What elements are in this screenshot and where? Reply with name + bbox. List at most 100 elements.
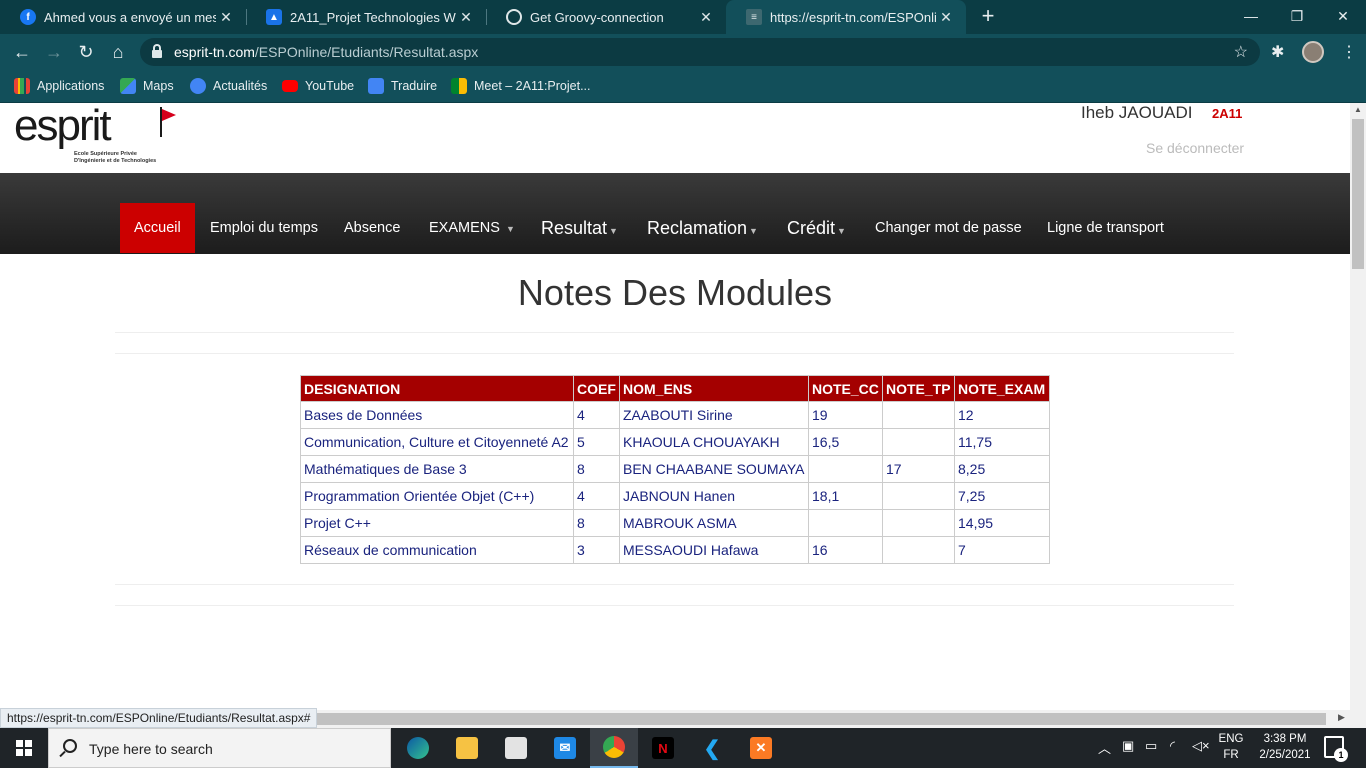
bookmark-label: Traduire bbox=[391, 79, 438, 93]
divider bbox=[115, 353, 1234, 354]
taskbar-chrome[interactable] bbox=[590, 728, 638, 768]
tab-groovy[interactable]: Get Groovy-connection ✕ bbox=[486, 0, 726, 34]
nav-accueil[interactable]: Accueil bbox=[120, 203, 195, 253]
wifi-icon[interactable]: ◜ bbox=[1170, 738, 1175, 754]
clock-date[interactable]: 2/25/2021 bbox=[1252, 749, 1318, 761]
tab-classroom[interactable]: ▲ 2A11_Projet Technologies Web ✕ bbox=[246, 0, 486, 34]
cell-note-cc: 16,5 bbox=[808, 428, 883, 456]
meet-now-icon[interactable]: ▣ bbox=[1122, 738, 1134, 754]
taskbar-vscode[interactable]: ❮ bbox=[688, 728, 736, 768]
close-icon[interactable]: ✕ bbox=[696, 9, 716, 26]
home-icon[interactable]: ⌂ bbox=[106, 40, 130, 64]
address-bar[interactable]: esprit-tn.com/ESPOnline/Etudiants/Result… bbox=[140, 38, 1260, 66]
bookmark-applications[interactable]: Applications bbox=[14, 77, 104, 95]
restore-icon[interactable]: ❐ bbox=[1274, 0, 1320, 32]
cell-nom-ens: ZAABOUTI Sirine bbox=[619, 401, 809, 429]
youtube-icon bbox=[282, 80, 298, 92]
site-header: esprit Ecole Supérieure Privée D'Ingénier… bbox=[0, 103, 1350, 173]
nav-resultat[interactable]: Resultat ▼ bbox=[541, 203, 618, 253]
tab-title: 2A11_Projet Technologies Web bbox=[290, 9, 456, 25]
cell-note-cc bbox=[808, 455, 883, 483]
back-icon[interactable]: ← bbox=[10, 40, 34, 64]
chevron-up-icon[interactable]: ︿ bbox=[1098, 738, 1111, 757]
close-icon[interactable]: ✕ bbox=[216, 9, 236, 26]
cell-coef: 5 bbox=[573, 428, 620, 456]
input-layout[interactable]: FR bbox=[1216, 749, 1246, 761]
bookmark-actualites[interactable]: Actualités bbox=[190, 77, 267, 95]
cell-note-cc bbox=[808, 509, 883, 537]
translate-icon bbox=[368, 78, 384, 94]
column-header: NOTE_EXAM bbox=[954, 375, 1050, 402]
page-viewport: esprit Ecole Supérieure Privée D'Ingénier… bbox=[0, 103, 1350, 710]
main-nav: Accueil Emploi du temps Absence EXAMENS … bbox=[0, 173, 1350, 254]
extensions-icon[interactable]: ✱ bbox=[1271, 42, 1284, 62]
nav-changer-mot-de-passe[interactable]: Changer mot de passe bbox=[875, 203, 1022, 253]
caret-down-icon: ▼ bbox=[505, 224, 515, 234]
vertical-scrollbar[interactable]: ▲ bbox=[1350, 103, 1366, 710]
link-status-url: https://esprit-tn.com/ESPOnline/Etudiant… bbox=[0, 708, 318, 728]
tab-strip: f Ahmed vous a envoyé un messag ✕ ▲ 2A11… bbox=[0, 0, 1366, 34]
globe-icon bbox=[506, 9, 522, 25]
scroll-right-icon[interactable]: ▶ bbox=[1338, 712, 1345, 723]
esprit-logo[interactable]: esprit Ecole Supérieure Privée D'Ingénier… bbox=[14, 103, 176, 167]
close-icon[interactable]: ✕ bbox=[456, 9, 476, 26]
scroll-up-icon[interactable]: ▲ bbox=[1354, 105, 1362, 114]
battery-icon[interactable]: ▭ bbox=[1145, 738, 1157, 754]
cell-note-exam: 7,25 bbox=[954, 482, 1050, 510]
cell-nom-ens: MESSAOUDI Hafawa bbox=[619, 536, 809, 564]
profile-avatar[interactable] bbox=[1302, 41, 1324, 63]
taskbar-netflix[interactable]: N bbox=[639, 728, 687, 768]
cell-nom-ens: JABNOUN Hanen bbox=[619, 482, 809, 510]
bookmark-traduire[interactable]: Traduire bbox=[368, 77, 437, 95]
nav-credit[interactable]: Crédit ▼ bbox=[787, 203, 846, 253]
tab-facebook[interactable]: f Ahmed vous a envoyé un messag ✕ bbox=[0, 0, 246, 34]
cell-nom-ens: KHAOULA CHOUAYAKH bbox=[619, 428, 809, 456]
minimize-icon[interactable]: — bbox=[1228, 0, 1274, 32]
bookmark-meet[interactable]: Meet – 2A11:Projet... bbox=[451, 77, 591, 95]
bookmark-star-icon[interactable]: ☆ bbox=[1234, 42, 1248, 62]
nav-ligne-de-transport[interactable]: Ligne de transport bbox=[1047, 203, 1164, 253]
divider bbox=[115, 584, 1234, 585]
scrollbar-thumb[interactable] bbox=[1352, 119, 1364, 269]
mail-icon: ✉ bbox=[554, 737, 576, 759]
taskbar-mail[interactable]: ✉ bbox=[541, 728, 589, 768]
cell-note-exam: 8,25 bbox=[954, 455, 1050, 483]
table-row: Réseaux de communication 3 MESSAOUDI Haf… bbox=[300, 536, 1050, 564]
notification-center-icon[interactable]: 1 bbox=[1324, 736, 1348, 762]
start-button[interactable] bbox=[0, 728, 48, 768]
close-icon[interactable]: ✕ bbox=[936, 9, 956, 26]
taskbar-search[interactable]: Type here to search bbox=[48, 728, 391, 768]
lock-icon[interactable] bbox=[152, 44, 162, 58]
vscode-icon: ❮ bbox=[701, 737, 723, 760]
cell-nom-ens: MABROUK ASMA bbox=[619, 509, 809, 537]
bookmark-youtube[interactable]: YouTube bbox=[282, 77, 354, 95]
logout-link[interactable]: Se déconnecter bbox=[1146, 140, 1244, 156]
cell-designation: Bases de Données bbox=[300, 401, 574, 429]
table-row: Projet C++ 8 MABROUK ASMA 14,95 bbox=[300, 509, 1050, 537]
taskbar-xampp[interactable]: ✕ bbox=[737, 728, 785, 768]
page-title: Notes Des Modules bbox=[517, 272, 833, 313]
volume-muted-icon[interactable]: ◁× bbox=[1192, 738, 1210, 754]
cell-note-tp bbox=[882, 536, 955, 564]
input-language[interactable]: ENG bbox=[1216, 733, 1246, 745]
window-close-icon[interactable]: ✕ bbox=[1320, 0, 1366, 32]
taskbar-store[interactable] bbox=[492, 728, 540, 768]
cell-designation: Réseaux de communication bbox=[300, 536, 574, 564]
nav-reclamation[interactable]: Reclamation ▼ bbox=[647, 203, 758, 253]
chrome-icon bbox=[603, 736, 625, 758]
menu-icon[interactable]: ⋮ bbox=[1341, 42, 1357, 62]
forward-icon[interactable]: → bbox=[42, 40, 66, 64]
nav-absence[interactable]: Absence bbox=[344, 203, 400, 253]
taskbar-edge[interactable] bbox=[394, 728, 442, 768]
new-tab-icon[interactable]: + bbox=[976, 3, 1000, 29]
tab-esprit[interactable]: ≡ https://esprit-tn.com/ESPOnline/ ✕ bbox=[726, 0, 966, 34]
taskbar-explorer[interactable] bbox=[443, 728, 491, 768]
page-icon: ≡ bbox=[746, 9, 762, 25]
nav-emploi-du-temps[interactable]: Emploi du temps bbox=[210, 203, 318, 253]
search-placeholder: Type here to search bbox=[89, 741, 213, 757]
bookmark-maps[interactable]: Maps bbox=[120, 77, 174, 95]
cell-designation: Projet C++ bbox=[300, 509, 574, 537]
nav-examens[interactable]: EXAMENS ▼ bbox=[429, 203, 515, 253]
clock-time[interactable]: 3:38 PM bbox=[1252, 733, 1318, 745]
reload-icon[interactable]: ↻ bbox=[74, 40, 98, 64]
